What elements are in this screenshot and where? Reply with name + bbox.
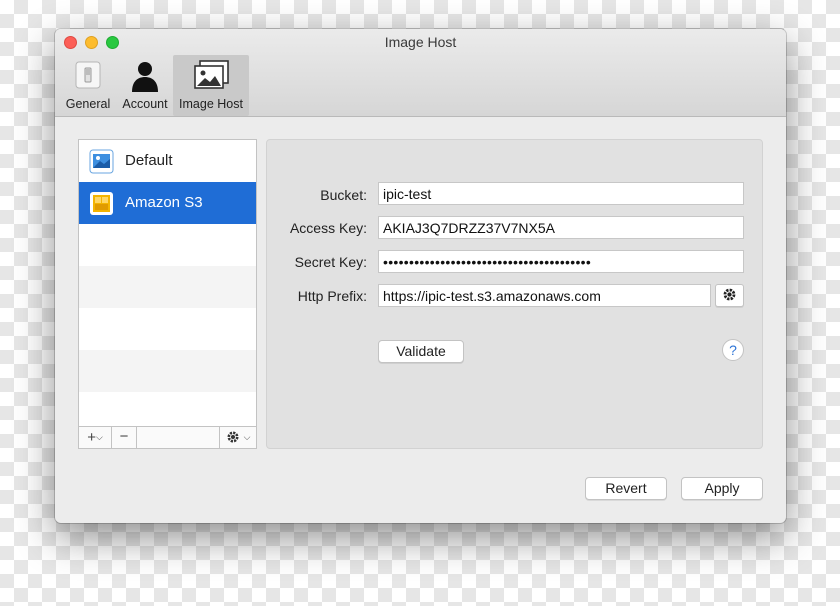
add-label: +	[87, 429, 96, 446]
validate-button[interactable]: Validate	[378, 340, 464, 363]
tab-account[interactable]: Account	[116, 55, 174, 116]
switch-icon	[72, 59, 104, 94]
list-empty-row	[79, 266, 256, 308]
tab-image-host-label: Image Host	[179, 97, 243, 111]
user-silhouette-icon	[129, 59, 161, 96]
list-item-label: Amazon S3	[125, 194, 203, 211]
chevron-down-icon: ⌵	[95, 432, 103, 442]
window-title: Image Host	[384, 34, 457, 50]
access-key-field[interactable]: AKIAJ3Q7DRZZ37V7NX5A	[378, 216, 744, 239]
s3-settings-panel: Bucket: ipic-test Access Key: AKIAJ3Q7DR…	[266, 139, 763, 449]
remove-host-button[interactable]: −	[112, 427, 137, 448]
tab-account-label: Account	[122, 97, 168, 111]
http-prefix-label: Http Prefix:	[297, 288, 367, 304]
amazon-s3-icon	[89, 191, 114, 216]
gear-icon	[226, 429, 244, 446]
list-item-amazon-s3[interactable]: Amazon S3	[79, 182, 256, 224]
prefix-settings-button[interactable]	[715, 284, 744, 307]
secret-key-label: Secret Key:	[294, 254, 367, 270]
title-bar: Image Host General Account Image Host	[55, 29, 786, 117]
chevron-down-icon: ⌵	[243, 432, 251, 442]
tab-general[interactable]: General	[63, 55, 113, 116]
bucket-label: Bucket:	[320, 187, 367, 203]
actions-menu-button[interactable]: ⌵	[219, 427, 256, 448]
list-empty-row	[79, 350, 256, 392]
list-item-default[interactable]: Default	[79, 140, 256, 182]
picture-icon	[89, 149, 114, 174]
http-prefix-field[interactable]: https://ipic-test.s3.amazonaws.com	[378, 284, 711, 307]
photo-stack-icon	[192, 59, 230, 94]
gear-icon	[722, 287, 737, 303]
preferences-window: Image Host General Account Image Host De…	[55, 29, 786, 523]
tab-general-label: General	[65, 97, 111, 111]
add-host-button[interactable]: +⌵	[79, 427, 112, 448]
bucket-field[interactable]: ipic-test	[378, 182, 744, 205]
secret-key-field[interactable]: ••••••••••••••••••••••••••••••••••••••••	[378, 250, 744, 273]
access-key-label: Access Key:	[289, 220, 367, 236]
revert-button[interactable]: Revert	[585, 477, 667, 500]
list-item-label: Default	[125, 152, 173, 169]
help-button[interactable]: ?	[722, 339, 744, 361]
apply-button[interactable]: Apply	[681, 477, 763, 500]
tab-image-host[interactable]: Image Host	[173, 55, 249, 116]
list-toolbar: +⌵ − ⌵	[79, 426, 256, 448]
host-list: Default Amazon S3 +⌵ − ⌵	[78, 139, 257, 449]
